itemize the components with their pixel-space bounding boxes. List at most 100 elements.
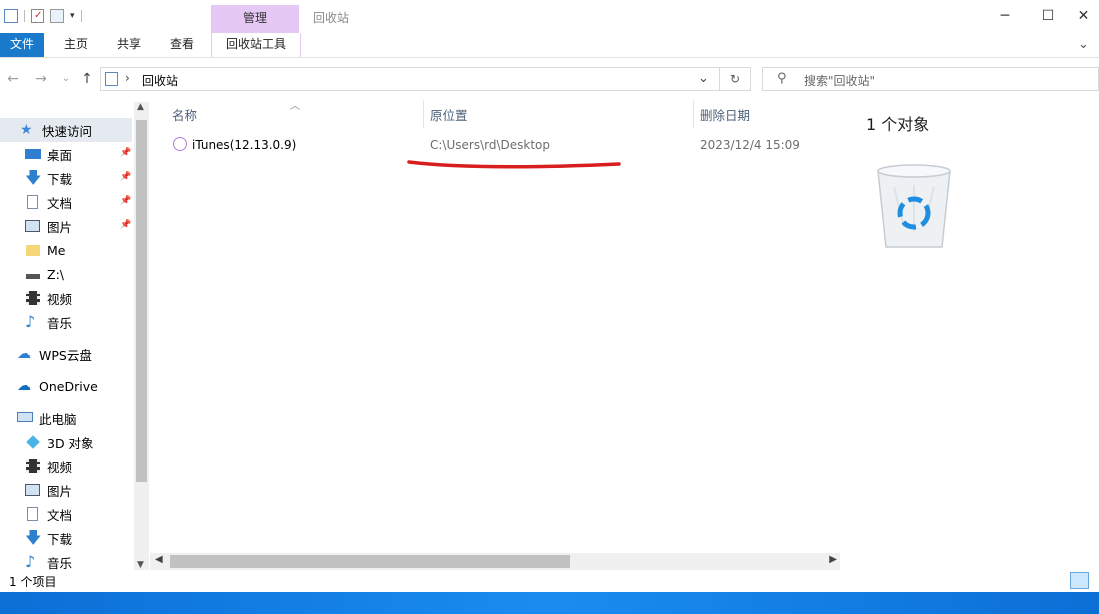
network-drive-icon xyxy=(25,266,41,282)
search-placeholder: 搜索"回收站" xyxy=(804,74,876,88)
recent-locations-button[interactable]: ⌄ xyxy=(58,70,74,88)
recycle-bin-small-icon[interactable] xyxy=(4,9,18,23)
nav-label: 下载 xyxy=(47,171,73,187)
breadcrumb-separator[interactable]: › xyxy=(125,71,130,85)
video-icon xyxy=(25,458,41,474)
ribbon-expand-icon[interactable]: ⌄ xyxy=(1078,33,1089,57)
details-view-icon[interactable] xyxy=(1070,572,1089,589)
nav-scroll-thumb[interactable] xyxy=(136,120,147,482)
recycle-bin-large-icon xyxy=(877,164,951,248)
search-box[interactable]: ⚲ 搜索"回收站" xyxy=(762,67,1099,91)
nav-quick-access[interactable]: ★ 快速访问 xyxy=(0,118,132,142)
up-button[interactable]: ↑ xyxy=(79,70,95,88)
file-date-deleted: 2023/12/4 15:09 xyxy=(700,138,800,152)
document-icon xyxy=(25,506,41,522)
computer-icon xyxy=(17,410,33,426)
nav-label: 视频 xyxy=(47,291,73,307)
separator xyxy=(80,10,82,22)
context-tab-manage[interactable]: 管理 xyxy=(211,5,299,33)
nav-pc-documents[interactable]: 文档 xyxy=(0,502,132,526)
close-button[interactable]: ✕ xyxy=(1068,0,1099,32)
nav-label: 文档 xyxy=(47,507,73,523)
download-arrow-icon: 🡇 xyxy=(25,528,42,547)
scroll-down-icon[interactable]: ▼ xyxy=(137,560,144,570)
wps-cloud-icon: ☁ xyxy=(17,346,31,362)
itunes-app-icon xyxy=(173,137,187,151)
nav-item-videos[interactable]: 视频 xyxy=(0,286,132,310)
nav-label: 图片 xyxy=(47,483,73,499)
taskbar xyxy=(0,592,1099,614)
column-header-date-deleted[interactable]: 删除日期 xyxy=(700,105,750,124)
pin-icon: 📌 xyxy=(120,196,132,206)
recycle-bin-icon xyxy=(105,72,118,86)
tab-view[interactable]: 查看 xyxy=(170,33,194,57)
new-folder-icon[interactable] xyxy=(50,9,64,23)
nav-label: 音乐 xyxy=(47,555,73,571)
download-arrow-icon: 🡇 xyxy=(25,168,42,187)
forward-button[interactable]: → xyxy=(33,70,49,88)
nav-item-z-drive[interactable]: Z:\ xyxy=(0,262,132,286)
nav-label: 文档 xyxy=(47,195,73,211)
nav-label: 音乐 xyxy=(47,315,73,331)
nav-this-pc[interactable]: 此电脑 xyxy=(0,406,132,430)
nav-pc-downloads[interactable]: 🡇 下载 xyxy=(0,526,132,550)
column-divider[interactable] xyxy=(423,100,424,128)
pin-icon: 📌 xyxy=(120,220,132,230)
file-list: ︿ 名称 原位置 删除日期 iTunes(12.13.0.9) C:\Users… xyxy=(150,97,840,571)
red-underline-annotation xyxy=(407,160,621,169)
pin-icon: 📌 xyxy=(120,172,132,182)
column-header-original-location[interactable]: 原位置 xyxy=(430,105,468,124)
tab-file[interactable]: 文件 xyxy=(0,33,44,57)
status-bar: 1 个项目 xyxy=(0,571,1099,591)
video-icon xyxy=(25,290,41,306)
breadcrumb-recycle-bin[interactable]: 回收站 xyxy=(142,72,178,89)
scroll-up-icon[interactable]: ▲ xyxy=(137,102,144,112)
nav-label: OneDrive xyxy=(39,378,98,394)
customize-qat-icon[interactable]: ▾ xyxy=(70,11,75,21)
music-note-icon: ♪ xyxy=(25,552,36,571)
address-dropdown-icon[interactable]: ⌄ xyxy=(698,71,709,86)
nav-label: Z:\ xyxy=(47,266,64,282)
properties-icon[interactable]: ✓ xyxy=(31,9,44,23)
nav-item-music[interactable]: ♪ 音乐 xyxy=(0,310,132,334)
column-header-name[interactable]: 名称 xyxy=(172,105,197,124)
nav-onedrive[interactable]: ☁ OneDrive xyxy=(0,374,132,398)
title-bar xyxy=(0,0,1099,33)
file-name: iTunes(12.13.0.9) xyxy=(192,138,297,152)
nav-item-me[interactable]: Me xyxy=(0,238,132,262)
nav-item-pictures[interactable]: 图片 📌 xyxy=(0,214,132,238)
music-note-icon: ♪ xyxy=(25,312,36,331)
tab-recycle-bin-tools[interactable]: 回收站工具 xyxy=(211,33,301,57)
scroll-left-icon[interactable]: ◀ xyxy=(155,554,163,565)
nav-pc-pictures[interactable]: 图片 xyxy=(0,478,132,502)
nav-item-downloads[interactable]: 🡇 下载 📌 xyxy=(0,166,132,190)
table-row[interactable]: iTunes(12.13.0.9) C:\Users\rd\Desktop 20… xyxy=(166,133,831,157)
document-icon xyxy=(25,194,41,210)
horizontal-scroll-thumb[interactable] xyxy=(170,555,570,568)
nav-label: 图片 xyxy=(47,219,73,235)
scroll-right-icon[interactable]: ▶ xyxy=(829,554,837,565)
tab-home[interactable]: 主页 xyxy=(64,33,88,57)
nav-pc-videos[interactable]: 视频 xyxy=(0,454,132,478)
item-count: 1 个项目 xyxy=(9,575,57,589)
nav-wps-cloud[interactable]: ☁ WPS云盘 xyxy=(0,342,132,366)
nav-pc-3d-objects[interactable]: 3D 对象 xyxy=(0,430,132,454)
minimize-button[interactable]: ─ xyxy=(982,0,1028,32)
star-icon: ★ xyxy=(20,122,33,138)
nav-item-documents[interactable]: 文档 📌 xyxy=(0,190,132,214)
column-divider[interactable] xyxy=(693,100,694,128)
nav-item-desktop[interactable]: 桌面 📌 xyxy=(0,142,132,166)
picture-icon xyxy=(25,482,41,498)
nav-label: 视频 xyxy=(47,459,73,475)
pin-icon: 📌 xyxy=(120,148,132,158)
tab-share[interactable]: 共享 xyxy=(117,33,141,57)
large-icons-view-icon[interactable] xyxy=(1091,572,1099,589)
nav-label: 桌面 xyxy=(47,147,73,163)
window-title: 回收站 xyxy=(313,11,350,25)
address-bar[interactable]: › 回收站 ⌄ xyxy=(100,67,720,91)
maximize-button[interactable]: ☐ xyxy=(1025,0,1071,32)
refresh-button[interactable]: ↻ xyxy=(720,67,751,91)
nav-label: Me xyxy=(47,242,66,258)
separator xyxy=(24,10,25,22)
back-button[interactable]: ← xyxy=(5,70,21,88)
